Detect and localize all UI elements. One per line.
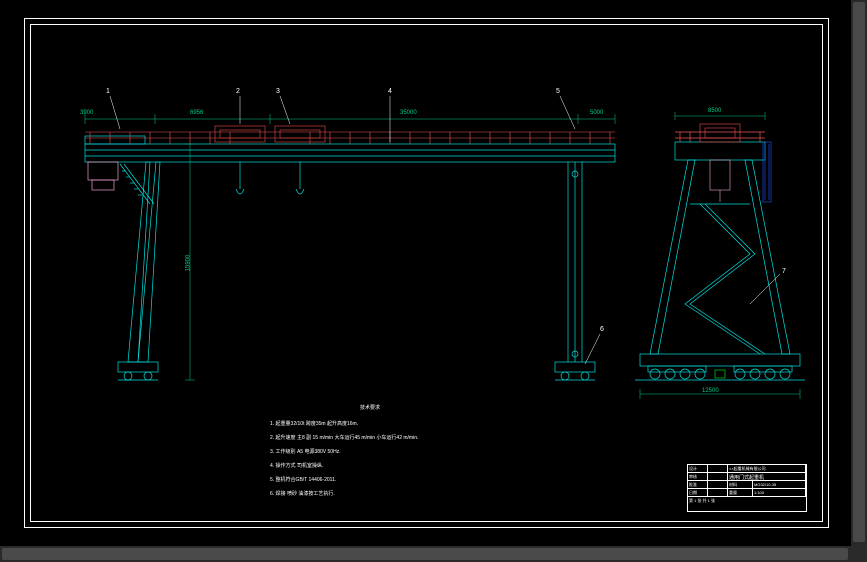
horizontal-scrollbar-thumb[interactable] (2, 548, 848, 560)
dim-left-cantilever: 3900 (80, 110, 93, 116)
tb-sheet: 第 1 张 共 1 张 (688, 497, 806, 505)
tb-check-label: 审核 (688, 473, 708, 480)
balloon-6: 6 (600, 326, 604, 333)
dim-span-main: 35000 (400, 110, 417, 116)
dim-side-width: 8500 (708, 108, 721, 114)
tech-req-line4: 4. 操作方式 司机室操纵. (270, 463, 470, 470)
tb-drawing-no: MG32/10-35 (753, 481, 806, 488)
balloon-5: 5 (556, 88, 560, 95)
tb-scale: 1:100 (753, 489, 806, 496)
dim-height: 15900 (185, 255, 191, 272)
vertical-scrollbar-thumb[interactable] (853, 2, 865, 542)
tech-req-line3: 3. 工作级别 A5 电源380V 50Hz. (270, 449, 470, 456)
dim-span-left: 6956 (190, 110, 203, 116)
tb-approve-label: 批准 (688, 481, 708, 488)
balloon-3: 3 (276, 88, 280, 95)
horizontal-scrollbar[interactable] (0, 546, 851, 562)
tech-req-line1: 1. 起重量32/10t 跨度35m 起升高度16m. (270, 421, 470, 428)
balloon-4: 4 (388, 88, 392, 95)
tb-title: 通用门式起重机 (728, 473, 806, 480)
tech-req-line5: 5. 整机符合GB/T 14406-2011. (270, 477, 470, 484)
tb-date-label: 日期 (688, 489, 708, 496)
cad-canvas[interactable]: 1 2 3 4 5 6 7 3900 6956 35000 5000 15900… (0, 0, 851, 546)
title-block: 设计 ××起重机械有限公司 审核 通用门式起重机 批准 材料 MG32/10-3… (687, 464, 807, 512)
tech-req-line6: 6. 焊接 喷砂 油漆按工艺执行. (270, 491, 470, 498)
tech-req-title: 技术要求 (270, 405, 470, 412)
balloon-7: 7 (782, 268, 786, 275)
tb-weight-label: 重量 (728, 489, 753, 496)
dim-right-cantilever: 5000 (590, 110, 603, 116)
tb-design-label: 设计 (688, 465, 708, 472)
dim-side-track: 12500 (702, 388, 719, 394)
balloon-1: 1 (106, 88, 110, 95)
tb-company: ××起重机械有限公司 (728, 465, 806, 472)
balloon-2: 2 (236, 88, 240, 95)
tech-req-line2: 2. 起升速度 主8 副 15 m/min 大车运行45 m/min 小车运行4… (270, 435, 470, 442)
technical-requirements: 技术要求 1. 起重量32/10t 跨度35m 起升高度16m. 2. 起升速度… (270, 398, 470, 505)
vertical-scrollbar[interactable] (851, 0, 867, 546)
scrollbar-corner (851, 546, 867, 562)
tb-material-label: 材料 (728, 481, 753, 488)
